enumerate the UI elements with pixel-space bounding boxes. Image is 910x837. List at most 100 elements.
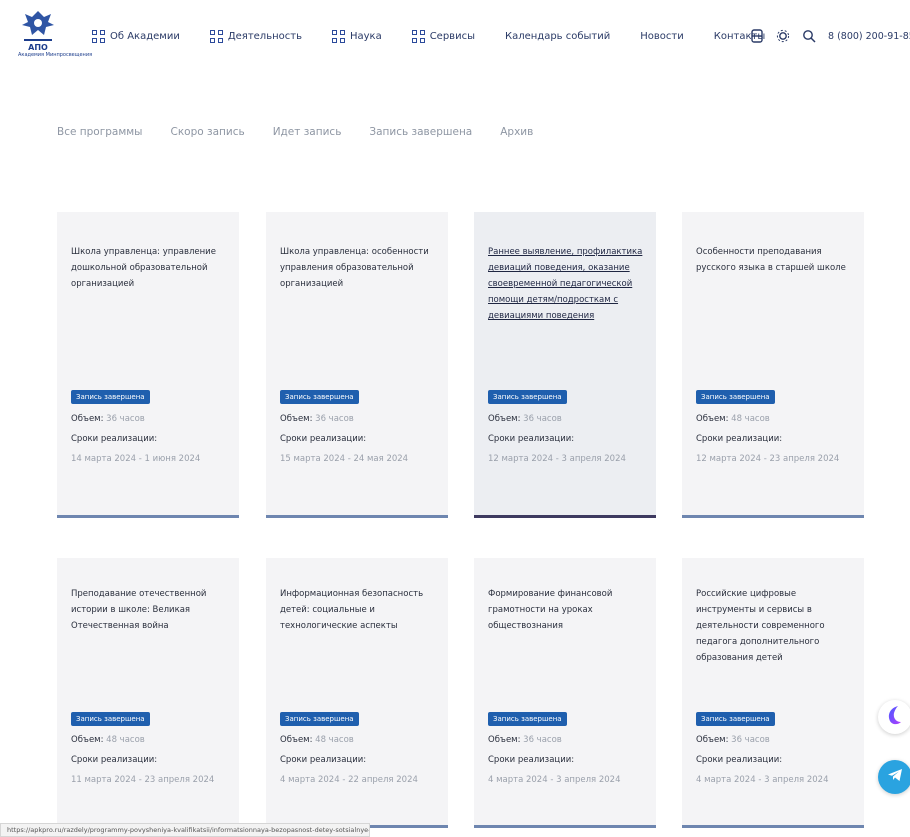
status-badge: Запись завершена [696, 390, 775, 404]
program-dates: 4 марта 2024 - 3 апреля 2024 [488, 775, 621, 785]
program-card[interactable]: Особенности преподавания русского языка … [682, 212, 864, 518]
volume-value: 36 часов [523, 735, 562, 745]
grid-icon [411, 29, 425, 43]
period-label: Сроки реализации: [71, 755, 158, 765]
settings-icon[interactable] [776, 29, 790, 43]
program-title[interactable]: Школа управленца: особенности управления… [280, 244, 438, 292]
program-dates: 11 марта 2024 - 23 апреля 2024 [71, 775, 215, 785]
period-label: Сроки реализации: [696, 755, 783, 765]
program-title[interactable]: Преподавание отечественной истории в шко… [71, 586, 229, 634]
nav-item-calendar[interactable]: Календарь событий [505, 31, 610, 42]
search-icon[interactable] [802, 29, 816, 43]
telegram-button[interactable] [878, 760, 910, 794]
volume-value: 36 часов [731, 735, 770, 745]
status-badge: Запись завершена [488, 712, 567, 726]
program-card[interactable]: Раннее выявление, профилактика девиаций … [474, 212, 656, 518]
nav-item-label: Наука [349, 30, 382, 42]
accessibility-icon[interactable] [750, 29, 764, 43]
volume-label: Объем: [488, 414, 521, 424]
main-nav: Об Академии Деятельность Наука Сервисы К… [92, 24, 765, 48]
program-volume: Объем: 48 часов [280, 735, 354, 745]
volume-label: Объем: [696, 735, 729, 745]
volume-label: Объем: [71, 414, 104, 424]
program-volume: Объем: 36 часов [280, 414, 354, 424]
status-badge: Запись завершена [696, 712, 775, 726]
program-volume: Объем: 48 часов [71, 735, 145, 745]
program-title[interactable]: Информационная безопасность детей: социа… [280, 586, 438, 634]
grid-icon [331, 29, 345, 43]
filter-closed[interactable]: Запись завершена [369, 126, 472, 138]
filter-all[interactable]: Все программы [57, 126, 142, 138]
volume-label: Объем: [280, 414, 313, 424]
status-bar-url: https://apkpro.ru/razdely/programmy-povy… [0, 823, 370, 837]
period-label: Сроки реализации: [488, 755, 575, 765]
phone-link[interactable]: 8 (800) 200-91-85 [828, 31, 910, 42]
nav-item-news[interactable]: Новости [640, 31, 683, 42]
program-dates: 4 марта 2024 - 22 апреля 2024 [280, 775, 418, 785]
program-dates: 14 марта 2024 - 1 июня 2024 [71, 454, 201, 464]
program-dates: 12 марта 2024 - 3 апреля 2024 [488, 454, 626, 464]
filter-soon[interactable]: Скоро запись [170, 126, 244, 138]
program-card[interactable]: Формирование финансовой грамотности на у… [474, 558, 656, 828]
nav-item-label: Новости [640, 30, 684, 42]
grid-icon [92, 29, 105, 43]
status-badge: Запись завершена [280, 390, 359, 404]
grid-icon [209, 29, 223, 43]
volume-value: 36 часов [106, 414, 145, 424]
program-title[interactable]: Российские цифровые инструменты и сервис… [696, 586, 854, 666]
volume-value: 36 часов [523, 414, 562, 424]
program-volume: Объем: 36 часов [696, 735, 770, 745]
nav-item-services[interactable]: Сервисы [411, 29, 475, 43]
logo-caption: Академия Минпросвещения [18, 52, 93, 58]
program-volume: Объем: 36 часов [488, 735, 562, 745]
period-label: Сроки реализации: [696, 434, 783, 444]
volume-label: Объем: [71, 735, 104, 745]
program-dates: 4 марта 2024 - 3 апреля 2024 [696, 775, 829, 785]
nav-item-label: Календарь событий [504, 30, 611, 42]
filter-archive[interactable]: Архив [500, 126, 533, 138]
volume-label: Объем: [280, 735, 313, 745]
volume-value: 48 часов [731, 414, 770, 424]
volume-value: 48 часов [315, 735, 354, 745]
site-header: АПО Академия Минпросвещения Об Академии … [0, 0, 910, 86]
program-card[interactable]: Школа управленца: управление дошкольной … [57, 212, 239, 518]
program-card[interactable]: Преподавание отечественной истории в шко… [57, 558, 239, 828]
program-filters: Все программы Скоро запись Идет запись З… [57, 126, 561, 138]
nav-item-label: Об Академии [110, 30, 180, 42]
header-tools: 8 (800) 200-91-85 [750, 25, 910, 47]
nav-item-label: Сервисы [429, 30, 475, 42]
program-card[interactable]: Российские цифровые инструменты и сервис… [682, 558, 864, 828]
filter-open[interactable]: Идет запись [273, 126, 342, 138]
svg-text:АПО: АПО [28, 43, 48, 52]
program-title[interactable]: Особенности преподавания русского языка … [696, 244, 854, 276]
program-volume: Объем: 48 часов [696, 414, 770, 424]
volume-value: 36 часов [315, 414, 354, 424]
period-label: Сроки реализации: [280, 434, 367, 444]
volume-value: 48 часов [106, 735, 145, 745]
program-dates: 15 марта 2024 - 24 мая 2024 [280, 454, 409, 464]
nav-item-activity[interactable]: Деятельность [209, 29, 302, 43]
period-label: Сроки реализации: [488, 434, 575, 444]
status-badge: Запись завершена [71, 712, 150, 726]
period-label: Сроки реализации: [280, 755, 367, 765]
academy-logo[interactable]: АПО Академия Минпросвещения [18, 8, 93, 64]
program-dates: 12 марта 2024 - 23 апреля 2024 [696, 454, 840, 464]
nav-item-science[interactable]: Наука [331, 29, 382, 43]
volume-label: Объем: [696, 414, 729, 424]
program-volume: Объем: 36 часов [71, 414, 145, 424]
program-card[interactable]: Школа управленца: особенности управления… [266, 212, 448, 518]
nav-item-label: Деятельность [227, 30, 302, 42]
volume-label: Объем: [488, 735, 521, 745]
program-card[interactable]: Информационная безопасность детей: социа… [266, 558, 448, 828]
program-volume: Объем: 36 часов [488, 414, 562, 424]
program-title[interactable]: Раннее выявление, профилактика девиаций … [488, 244, 646, 324]
period-label: Сроки реализации: [71, 434, 158, 444]
nav-item-about[interactable]: Об Академии [92, 29, 180, 43]
status-badge: Запись завершена [488, 390, 567, 404]
assistant-button[interactable] [878, 700, 910, 734]
status-badge: Запись завершена [280, 712, 359, 726]
assistant-icon [884, 704, 906, 730]
telegram-icon [886, 766, 904, 788]
program-title[interactable]: Школа управленца: управление дошкольной … [71, 244, 229, 292]
program-title[interactable]: Формирование финансовой грамотности на у… [488, 586, 646, 634]
